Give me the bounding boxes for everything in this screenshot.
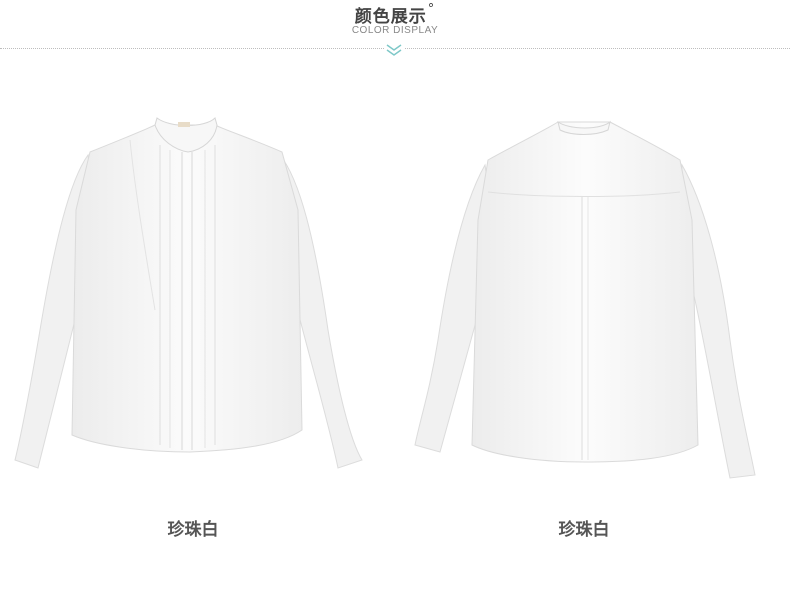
section-title: 颜色展示° [0, 2, 790, 27]
product-image-back [410, 100, 770, 490]
section-header: 颜色展示° COLOR DISPLAY [0, 0, 790, 60]
degree-mark: ° [427, 2, 436, 17]
color-name-front: 珍珠白 [167, 520, 219, 540]
color-name-back: 珍珠白 [558, 520, 610, 540]
section-title-text: 颜色展示 [354, 7, 427, 27]
product-image-front [10, 100, 370, 490]
section-subtitle: COLOR DISPLAY [351, 25, 439, 36]
chevron-down-double-icon [384, 42, 404, 56]
